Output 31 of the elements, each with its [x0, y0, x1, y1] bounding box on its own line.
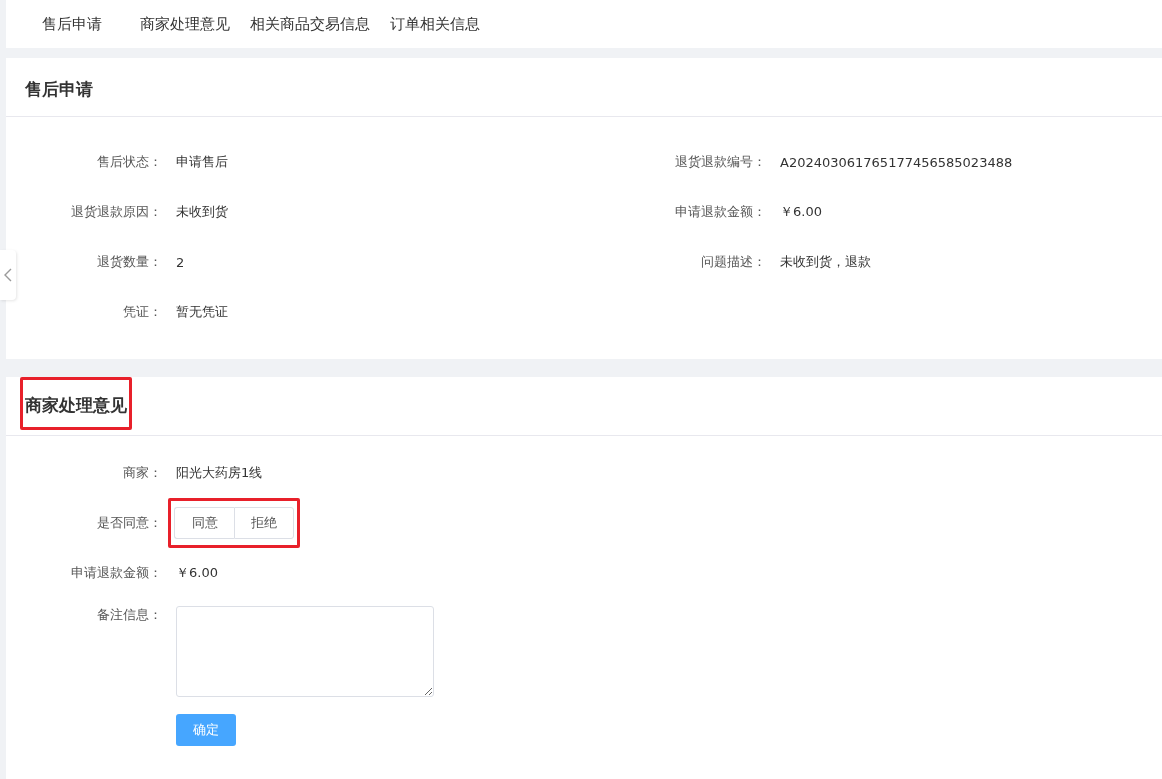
section-title: 售后申请 [24, 77, 94, 101]
field-value: 暂无凭证 [176, 303, 228, 321]
section-title: 商家处理意见 [20, 376, 132, 430]
field-label: 退货退款编号： [674, 153, 767, 171]
field-value: A202403061765177456585023488 [780, 154, 1013, 170]
field-label: 退货退款原因： [70, 203, 163, 221]
remark-field[interactable] [176, 606, 434, 697]
field-label: 申请退款金额： [674, 203, 767, 221]
tab[interactable]: 商家处理意见 [140, 14, 230, 34]
field-value: 申请售后 [176, 153, 228, 171]
field-value: 未收到货，退款 [780, 253, 871, 271]
chevron-left-icon [4, 268, 12, 282]
field-value: ￥6.00 [176, 564, 218, 582]
field-label: 问题描述： [700, 253, 767, 271]
field-label: 备注信息： [96, 606, 163, 624]
tab[interactable]: 相关商品交易信息 [250, 14, 370, 34]
field-label: 凭证： [122, 303, 163, 321]
field-label: 申请退款金额： [70, 564, 163, 582]
field-value: 未收到货 [176, 203, 228, 221]
choice-button[interactable]: 拒绝 [234, 507, 294, 539]
tab[interactable]: 订单相关信息 [390, 14, 480, 34]
choice-button[interactable]: 同意 [174, 507, 234, 539]
tab[interactable]: 售后申请 [42, 14, 102, 34]
field-label: 是否同意： [96, 514, 163, 532]
field-label: 退货数量： [96, 253, 163, 271]
field-value: ￥6.00 [780, 203, 822, 221]
collapse-handle[interactable] [0, 250, 16, 300]
field-label: 售后状态： [96, 153, 163, 171]
field-label: 商家： [122, 464, 163, 482]
field-value: 阳光大药房1线 [176, 464, 263, 482]
field-value: 2 [176, 254, 185, 270]
